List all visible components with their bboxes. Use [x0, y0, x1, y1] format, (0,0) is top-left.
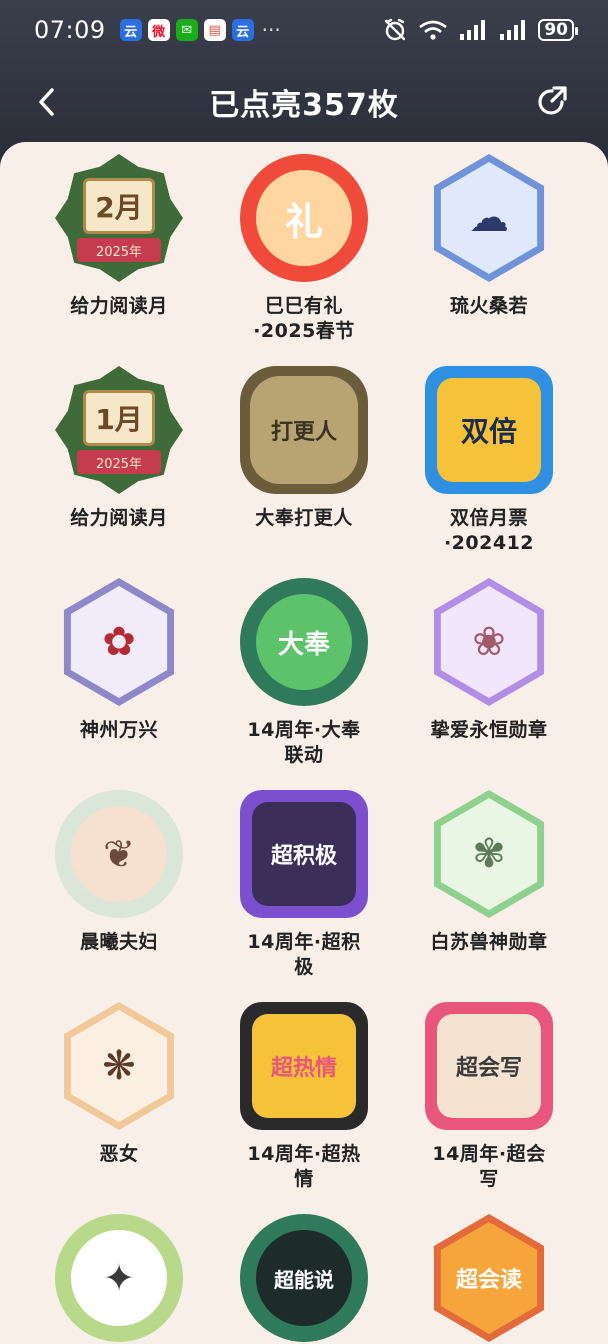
badge-label: 14周年·超积 极 — [247, 931, 361, 978]
nav-bar: 已点亮357枚 — [0, 64, 608, 140]
badge-icon: 超积极 — [240, 790, 368, 918]
badge-label: 琉火桑若 — [449, 295, 528, 317]
badge-icon-text: ❦ — [71, 806, 167, 902]
badge-icon: ☁ — [425, 154, 553, 282]
wifi-icon — [419, 20, 448, 40]
badge-label: 晨曦夫妇 — [79, 931, 158, 953]
badge-item[interactable]: 超会写 14周年·超会 写 — [389, 1002, 589, 1192]
signal-icon — [460, 20, 486, 40]
badge-label: 恶女 — [99, 1143, 139, 1165]
badge-icon-text: 大奉 — [256, 594, 352, 690]
badge-item[interactable]: 2月 2025年给力阅读月 — [19, 154, 219, 319]
status-indicators: 90 — [382, 17, 578, 43]
badge-label: 大奉打更人 — [255, 507, 353, 529]
badge-label: 给力阅读月 — [70, 507, 168, 529]
badge-icon-text: 1月 — [83, 390, 155, 446]
badge-label: 挚爱永恒勋章 — [430, 719, 548, 741]
share-icon[interactable] — [532, 82, 572, 122]
badge-icon: 超会写 — [425, 1002, 553, 1130]
badge-icon: ❀ — [425, 578, 553, 706]
badge-icon: 1月 2025年 — [55, 366, 183, 494]
weibo-icon: 微 — [147, 19, 170, 41]
badge-item[interactable]: ✾ 白苏兽神勋章 — [389, 790, 589, 955]
badge-item[interactable]: 超会读 — [389, 1214, 589, 1342]
badge-label: 白苏兽神勋章 — [430, 931, 548, 953]
badge-item[interactable]: ❀ 挚爱永恒勋章 — [389, 578, 589, 743]
badge-label: 14周年·超热 情 — [247, 1143, 361, 1190]
badge-icon: 大奉 — [240, 578, 368, 706]
badge-item[interactable]: 礼巳巳有礼 ·2025春节 — [204, 154, 404, 344]
badge-icon: 2月 2025年 — [55, 154, 183, 282]
badge-icon-text: ✦ — [71, 1230, 167, 1326]
badge-year-ribbon: 2025年 — [77, 238, 161, 262]
badge-icon: 超会读 — [425, 1214, 553, 1342]
badge-item[interactable]: ☁ 琉火桑若 — [389, 154, 589, 319]
badge-icon: 打更人 — [240, 366, 368, 494]
calendar-icon: ▤ — [203, 19, 226, 41]
badge-year-ribbon: 2025年 — [77, 450, 161, 474]
badge-item[interactable]: 双倍双倍月票 ·202412 — [389, 366, 589, 556]
badge-icon-text: 礼 — [256, 170, 352, 266]
badge-icon-text: 打更人 — [250, 376, 358, 484]
badge-label: 14周年·大奉 联动 — [247, 719, 361, 766]
app-icon-1: 云 — [119, 19, 142, 41]
status-time: 07:09 — [34, 16, 106, 44]
badge-label: 双倍月票 ·202412 — [443, 507, 535, 554]
badge-icon-text: 超热情 — [252, 1014, 356, 1118]
badge-item[interactable]: 超积极 14周年·超积 极 — [204, 790, 404, 980]
badge-item[interactable]: 大奉 14周年·大奉 联动 — [204, 578, 404, 768]
badge-icon-text: 超会写 — [437, 1014, 541, 1118]
badge-item[interactable]: 超热情 14周年·超热 情 — [204, 1002, 404, 1192]
badge-item[interactable]: ❦ 晨曦夫妇 — [19, 790, 219, 955]
alarm-off-icon — [385, 18, 406, 41]
badge-label: 给力阅读月 — [70, 295, 168, 317]
badge-item[interactable]: ❋ 恶女 — [19, 1002, 219, 1167]
badge-icon: ✦ — [55, 1214, 183, 1342]
badge-icon: 双倍 — [425, 366, 553, 494]
badge-item[interactable]: 打更人 大奉打更人 — [204, 366, 404, 531]
page-title: 已点亮357枚 — [209, 88, 399, 123]
battery-indicator: 90 — [538, 19, 578, 41]
badge-item[interactable]: ✿ 神州万兴 — [19, 578, 219, 743]
badge-sheet: 2月 2025年 给力阅读月礼巳巳有礼 ·2025春节 ☁ 琉火桑若 1月 2025年 给力阅… — [0, 142, 608, 1344]
chevron-left-icon[interactable] — [30, 84, 66, 120]
badge-icon-text: 双倍 — [437, 378, 541, 482]
badge-icon: ❦ — [55, 790, 183, 918]
badge-icon-text: 2月 — [83, 178, 155, 234]
badge-item[interactable]: 1月 2025年给力阅读月 — [19, 366, 219, 531]
badge-icon: 超热情 — [240, 1002, 368, 1130]
status-more: ··· — [261, 18, 281, 42]
badge-icon: ❋ — [55, 1002, 183, 1130]
badge-label: 巳巳有礼 ·2025春节 — [253, 295, 355, 342]
badge-icon: 超能说 — [240, 1214, 368, 1342]
badge-label: 14周年·超会 写 — [432, 1143, 546, 1190]
badge-label: 神州万兴 — [79, 719, 158, 741]
badge-icon: ✿ — [55, 578, 183, 706]
badge-item[interactable]: 超能说 — [204, 1214, 404, 1342]
status-bar: 07:09 云微 ✉ ▤ 云 ··· 90 — [0, 0, 608, 60]
badge-icon: 礼 — [240, 154, 368, 282]
app-icon-2: 云 — [231, 19, 254, 41]
badge-icon-text: 超能说 — [256, 1230, 352, 1326]
badge-icon: ✾ — [425, 790, 553, 918]
signal-icon-2 — [500, 20, 526, 40]
badge-item[interactable]: ✦ — [19, 1214, 219, 1342]
status-app-icons: 云微 ✉ ▤ 云 — [119, 19, 254, 41]
wechat-icon: ✉ — [175, 19, 198, 41]
badge-icon-text: 超积极 — [252, 802, 356, 906]
